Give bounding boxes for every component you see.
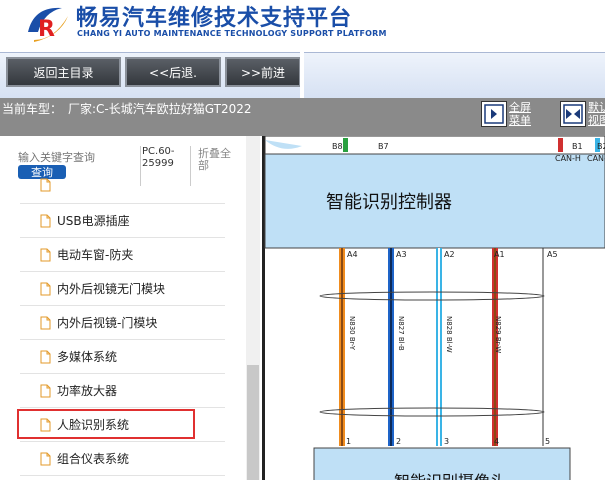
tree-item-label: USB电源插座	[57, 214, 130, 228]
pin-label: A2	[444, 250, 455, 259]
cable-shield-lower	[319, 407, 545, 417]
tree-item[interactable]: 内外后视镜无门模块	[20, 272, 225, 306]
tree-item-label: 功率放大器	[57, 384, 118, 398]
pin-label: A1	[494, 250, 505, 259]
wire-stub-green	[343, 138, 348, 152]
app-title: 畅易汽车维修技术支持平台	[76, 6, 353, 31]
app-subtitle: CHANG YI AUTO MAINTENANCE TECHNOLOGY SUP…	[77, 29, 387, 38]
tree-item-label: 人脸识别系统	[57, 418, 130, 432]
wire-code-label: N829 Br-W	[494, 316, 502, 354]
upper-connector-strip	[264, 136, 605, 155]
tree-item-label: 组合仪表系统	[57, 452, 130, 466]
document-icon	[40, 282, 51, 295]
tree-item-partial[interactable]	[20, 178, 225, 204]
changyi-logo-icon: R	[24, 2, 72, 46]
document-icon	[40, 316, 51, 329]
collapse-all-line2: 部	[198, 159, 209, 172]
tree-item-label: 多媒体系统	[57, 350, 118, 364]
wire-a3	[388, 248, 394, 446]
fullscreen-menu-link[interactable]: 全屏 菜单	[509, 101, 531, 127]
tree-item[interactable]: 内外后视镜-门模块	[20, 306, 225, 340]
pin-label: A3	[396, 250, 407, 259]
wire-a4	[339, 248, 345, 446]
tree-scrollbar-thumb[interactable]	[247, 365, 259, 480]
pin-label-top: B7	[378, 142, 389, 151]
tree-item-selected[interactable]: 人脸识别系统	[20, 408, 225, 442]
tree-item-label: 内外后视镜无门模块	[57, 282, 166, 296]
pin-label-bottom: 5	[545, 437, 551, 446]
tree-item-label: 内外后视镜-门模块	[57, 316, 158, 330]
fullscreen-menu-icon[interactable]	[481, 101, 507, 127]
can-label: CAN-	[587, 154, 605, 163]
camera-label-text: 智能识别摄像头	[394, 472, 506, 480]
pin-label-bottom: 4	[494, 437, 500, 446]
default-view-link[interactable]: 默认 视图	[588, 101, 605, 127]
document-code-line1: PC.60-	[142, 146, 175, 157]
keyword-search-input[interactable]	[18, 149, 110, 165]
pin-label-bottom: 2	[396, 437, 402, 446]
can-label: CAN-H	[555, 154, 581, 163]
camera-label: 智能识别摄像头	[394, 471, 506, 480]
fullscreen-label-line2: 菜单	[509, 114, 531, 127]
controller-label: 智能识别控制器	[326, 192, 452, 213]
document-icon	[40, 350, 51, 363]
collapse-all-button[interactable]: 折叠全 部	[198, 148, 238, 172]
tree-item[interactable]: USB电源插座	[20, 204, 225, 238]
document-code-line2: 25999	[142, 158, 174, 169]
document-icon	[40, 418, 51, 431]
pin-label-top: B1	[572, 142, 583, 151]
default-view-label-line2: 视图	[588, 114, 605, 127]
tree-item[interactable]: 多媒体系统	[20, 340, 225, 374]
fullscreen-label-line1: 全屏	[509, 101, 531, 114]
wire-stub-red	[558, 138, 563, 152]
pin-label-top: B2	[597, 142, 605, 151]
wire-code-label: N830 Br-Y	[348, 316, 356, 351]
home-button[interactable]: 返回主目录	[6, 57, 121, 87]
default-view-icon[interactable]	[560, 101, 586, 127]
document-icon	[40, 214, 51, 227]
document-code: PC.60- 25999	[142, 146, 175, 170]
tree-item[interactable]: 组合仪表系统	[20, 442, 225, 476]
vehicle-model-value: 厂家:C-长城汽车欧拉好猫GT2022	[68, 102, 252, 116]
tree-item[interactable]: 功率放大器	[20, 374, 225, 408]
default-view-label-line1: 默认	[588, 101, 605, 114]
document-icon	[40, 248, 51, 261]
toolbar-divider	[300, 52, 304, 98]
document-icon	[40, 178, 51, 191]
document-icon	[40, 384, 51, 397]
wire-code-label: N828 Bl-W	[445, 316, 453, 353]
vehicle-model-label: 当前车型：	[2, 102, 63, 116]
pin-label: A4	[347, 250, 358, 259]
forward-button[interactable]: >>前进	[225, 57, 301, 87]
tree-item-label: 电动车窗-防夹	[57, 248, 134, 262]
pin-label-bottom: 1	[346, 437, 352, 446]
pin-label-bottom: 3	[444, 437, 450, 446]
tree-item[interactable]: 电动车窗-防夹	[20, 238, 225, 272]
pin-label: A5	[547, 250, 558, 259]
wire-code-label: N827 Bl-B	[397, 316, 405, 351]
document-icon	[40, 452, 51, 465]
pin-label-top: B8	[332, 142, 343, 151]
back-button[interactable]: <<后退.	[125, 57, 221, 87]
svg-text:R: R	[38, 17, 55, 42]
cable-shield-upper	[319, 291, 545, 301]
